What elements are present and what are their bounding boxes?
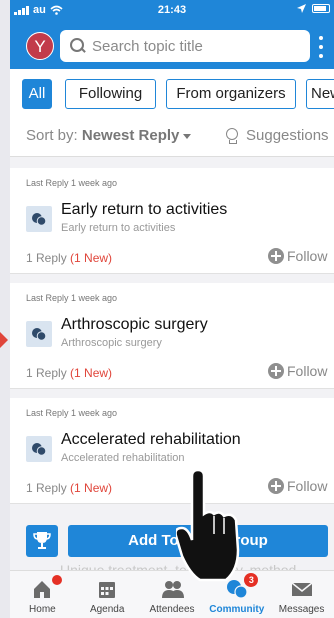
nav-label: Messages (278, 604, 325, 615)
plus-icon (268, 363, 284, 379)
new-count: (1 New) (70, 366, 113, 380)
sort-dropdown[interactable]: Sort by: Newest Reply (26, 127, 192, 144)
battery-icon (312, 4, 330, 13)
topic-subtitle: Arthroscopic surgery (61, 337, 162, 349)
pointing-hand-icon (176, 470, 240, 582)
chevron-down-icon (183, 133, 192, 139)
location-arrow-icon (297, 4, 306, 13)
follow-button[interactable]: Follow (268, 478, 327, 494)
people-icon (161, 581, 184, 598)
topic-chat-icon (26, 436, 52, 462)
calendar-icon (98, 582, 115, 598)
tab-from-organizers[interactable]: From organizers (166, 79, 296, 109)
follow-button[interactable]: Follow (268, 248, 327, 264)
topic-replies: 1 Reply (1 New) (26, 366, 112, 380)
topic-replies: 1 Reply (1 New) (26, 251, 112, 265)
follow-button[interactable]: Follow (268, 363, 327, 379)
nav-agenda[interactable]: Agenda (75, 571, 140, 618)
follow-label: Follow (287, 478, 328, 494)
new-count: (1 New) (70, 481, 113, 495)
reply-count: 1 Reply (26, 251, 67, 265)
nav-home[interactable]: Home (10, 571, 75, 618)
topic-chat-icon (26, 206, 52, 232)
status-time: 21:43 (157, 4, 187, 16)
status-right (297, 4, 330, 13)
top-bar: au 21:43 Y Search topic title (10, 0, 334, 69)
topic-subtitle: Early return to activities (61, 222, 176, 234)
search-input[interactable]: Search topic title (60, 30, 310, 62)
topic-meta: Last Reply 1 week ago (26, 178, 118, 188)
topic-card[interactable]: Last Reply 1 week ago Early return to ac… (10, 168, 334, 274)
add-topic-bar: Add Topic to Group Unique treatment, tec… (10, 516, 334, 578)
bottom-nav: Home Agenda Attendees 3 Community Messag… (10, 570, 334, 618)
topic-subtitle: Accelerated rehabilitation (61, 452, 185, 464)
home-icon (34, 581, 50, 598)
topic-replies: 1 Reply (1 New) (26, 481, 112, 495)
tab-all[interactable]: All (22, 79, 52, 109)
search-placeholder: Search topic title (92, 37, 203, 55)
reply-count: 1 Reply (26, 481, 67, 495)
filter-tabs: All Following From organizers New (10, 69, 334, 117)
new-count: (1 New) (70, 251, 113, 265)
trophy-button[interactable] (26, 525, 58, 557)
sort-value: Newest Reply (81, 127, 180, 144)
sort-prefix: Sort by: (26, 127, 78, 144)
reply-count: 1 Reply (26, 366, 67, 380)
trophy-icon (33, 532, 51, 549)
follow-label: Follow (287, 363, 328, 379)
topic-meta: Last Reply 1 week ago (26, 293, 118, 303)
topic-title: Early return to activities (61, 201, 228, 218)
plus-icon (268, 248, 284, 264)
more-menu-icon[interactable] (314, 36, 328, 58)
nav-messages[interactable]: Messages (269, 571, 334, 618)
sort-bar: Sort by: Newest Reply Suggestions (10, 117, 334, 157)
avatar[interactable]: Y (26, 32, 54, 60)
notification-dot (52, 575, 62, 585)
mail-icon (291, 582, 313, 596)
topic-chat-icon (26, 321, 52, 347)
topic-title: Arthroscopic surgery (61, 316, 208, 333)
lightbulb-icon (226, 127, 238, 144)
follow-label: Follow (287, 248, 328, 264)
app-screen: au 21:43 Y Search topic title All Follow… (10, 0, 334, 618)
suggestions-label: Suggestions (246, 127, 329, 144)
plus-icon (268, 478, 284, 494)
arrow-hint-icon (0, 332, 8, 348)
topic-card[interactable]: Last Reply 1 week ago Arthroscopic surge… (10, 283, 334, 389)
status-bar: au 21:43 (10, 0, 334, 22)
suggestions-button[interactable]: Suggestions (226, 127, 329, 144)
topic-meta: Last Reply 1 week ago (26, 408, 118, 418)
topic-card[interactable]: Last Reply 1 week ago Accelerated rehabi… (10, 398, 334, 504)
tab-following[interactable]: Following (65, 79, 156, 109)
tab-new[interactable]: New (306, 79, 334, 109)
search-icon (70, 38, 86, 54)
topic-title: Accelerated rehabilitation (61, 431, 241, 448)
